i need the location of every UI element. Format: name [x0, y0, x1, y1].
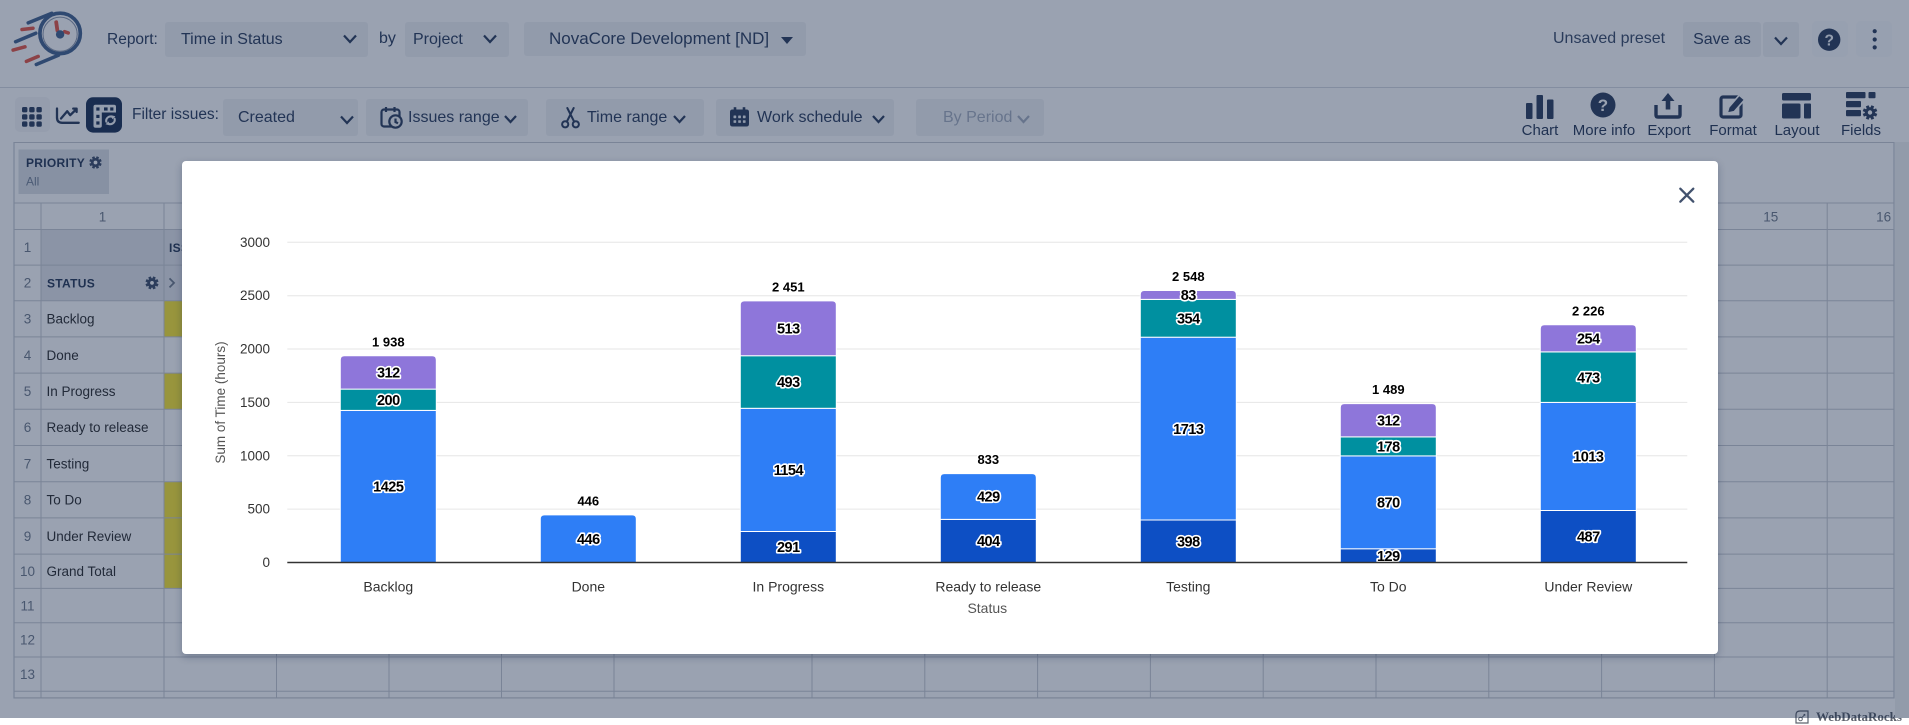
svg-text:Backlog: Backlog — [363, 579, 413, 595]
svg-text:487: 487 — [1577, 530, 1600, 546]
svg-text:473: 473 — [1577, 370, 1600, 386]
svg-text:429: 429 — [977, 490, 1000, 506]
svg-text:178: 178 — [1377, 440, 1400, 456]
svg-text:1154: 1154 — [773, 463, 803, 479]
svg-text:513: 513 — [777, 322, 800, 338]
svg-text:312: 312 — [377, 366, 400, 382]
svg-text:To Do: To Do — [1370, 579, 1407, 595]
svg-text:3000: 3000 — [240, 235, 270, 250]
svg-text:2 548: 2 548 — [1172, 269, 1205, 284]
svg-text:Ready to release: Ready to release — [935, 579, 1041, 595]
svg-text:833: 833 — [977, 452, 999, 467]
svg-text:354: 354 — [1177, 312, 1200, 328]
svg-text:83: 83 — [1180, 288, 1196, 304]
svg-text:200: 200 — [377, 393, 400, 409]
svg-text:In Progress: In Progress — [752, 579, 824, 595]
svg-text:1 938: 1 938 — [372, 334, 405, 349]
svg-text:1425: 1425 — [373, 480, 404, 496]
svg-text:1013: 1013 — [1573, 450, 1604, 466]
svg-text:Testing: Testing — [1166, 579, 1210, 595]
svg-text:291: 291 — [777, 540, 800, 556]
svg-text:500: 500 — [247, 502, 270, 517]
svg-text:1713: 1713 — [1173, 422, 1204, 438]
svg-text:254: 254 — [1577, 332, 1600, 348]
svg-text:2 451: 2 451 — [772, 279, 805, 294]
svg-text:1500: 1500 — [240, 395, 270, 410]
svg-text:0: 0 — [262, 555, 270, 570]
svg-text:Status: Status — [967, 600, 1007, 616]
svg-text:404: 404 — [977, 534, 1000, 550]
svg-text:398: 398 — [1177, 535, 1200, 551]
svg-text:1 489: 1 489 — [1372, 382, 1405, 397]
svg-text:1000: 1000 — [240, 448, 270, 463]
svg-text:446: 446 — [577, 532, 600, 548]
svg-text:312: 312 — [1377, 413, 1400, 429]
svg-text:Done: Done — [571, 579, 605, 595]
svg-text:446: 446 — [577, 493, 599, 508]
svg-text:493: 493 — [777, 375, 800, 391]
svg-text:Sum of Time (hours): Sum of Time (hours) — [213, 341, 228, 463]
svg-text:870: 870 — [1377, 496, 1400, 512]
svg-text:2500: 2500 — [240, 288, 270, 303]
svg-text:Under Review: Under Review — [1544, 579, 1633, 595]
svg-text:2 226: 2 226 — [1572, 303, 1605, 318]
svg-text:2000: 2000 — [240, 342, 270, 357]
